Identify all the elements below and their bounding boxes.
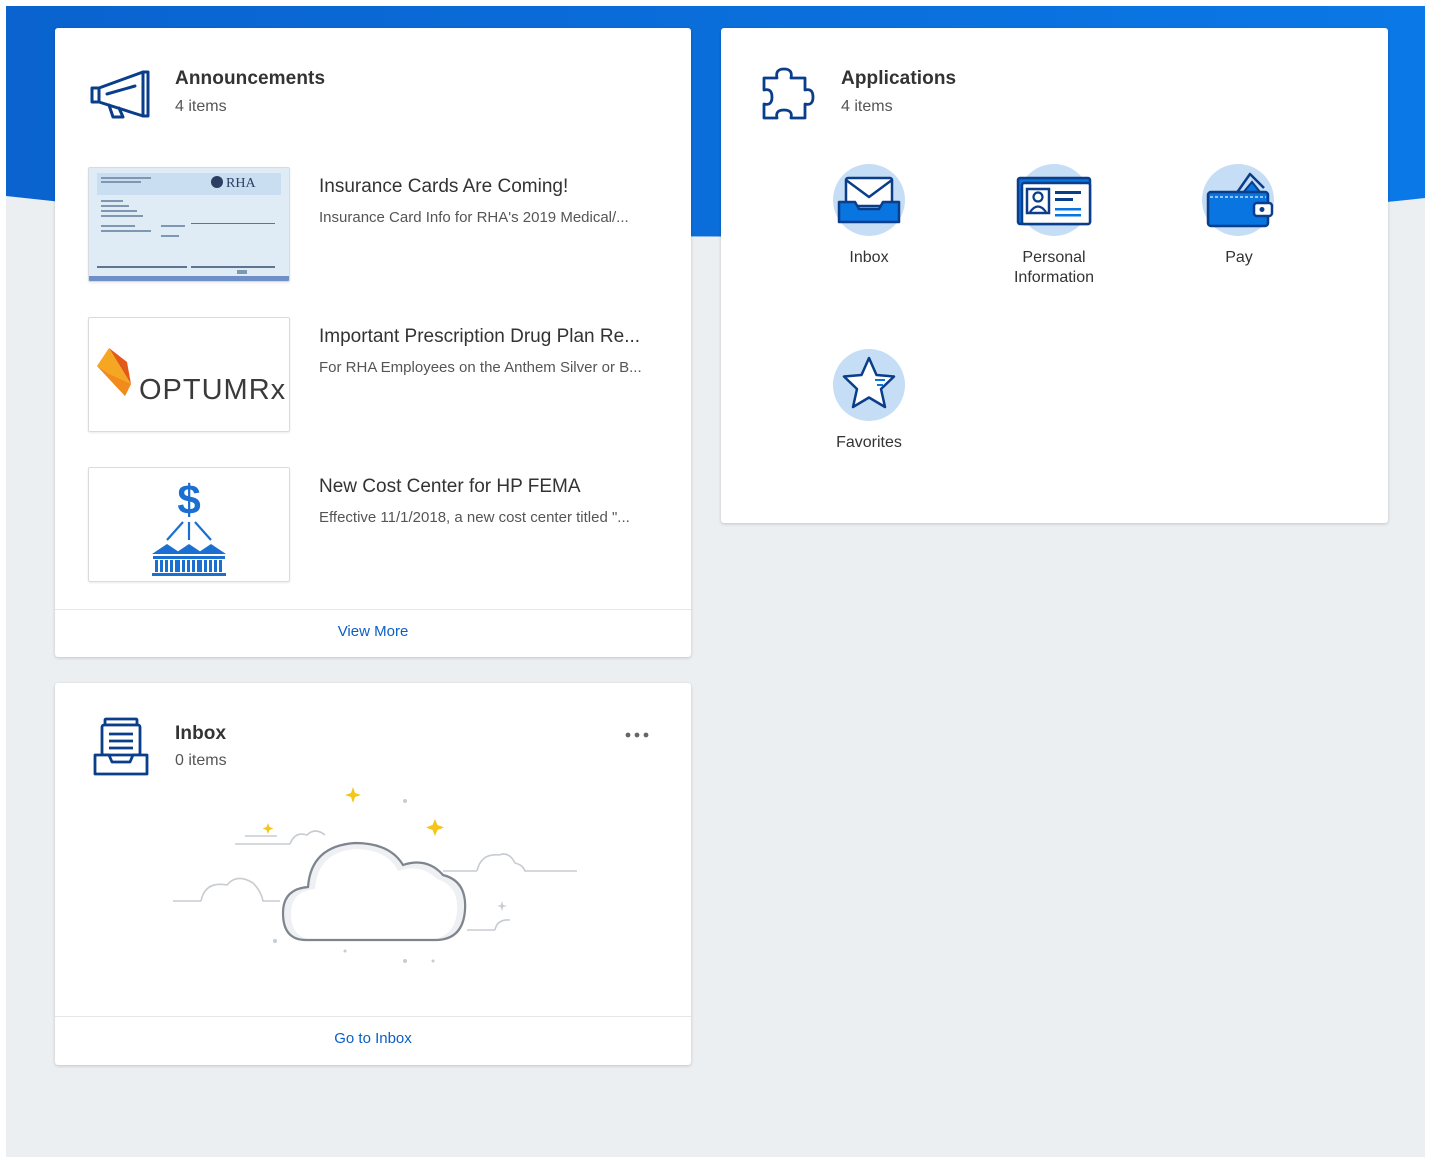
- announcement-description: For RHA Employees on the Anthem Silver o…: [319, 359, 642, 376]
- empty-cloud-illustration: [173, 787, 577, 963]
- inbox-app-icon: [833, 164, 905, 236]
- announcement-description: Insurance Card Info for RHA's 2019 Medic…: [319, 209, 629, 226]
- page-frame: Announcements 4 items RHA Insurance Card…: [6, 6, 1425, 1157]
- cost-center-thumbnail: $: [88, 467, 290, 582]
- view-more-link[interactable]: View More: [55, 609, 691, 657]
- inbox-tray-icon: [93, 717, 149, 776]
- announcements-card: Announcements 4 items RHA Insurance Card…: [55, 28, 691, 657]
- announcement-title[interactable]: Insurance Cards Are Coming!: [319, 176, 659, 198]
- wallet-icon: [1202, 164, 1274, 236]
- app-label: Pay: [1225, 249, 1253, 266]
- personal-information-icon: [1016, 164, 1092, 236]
- announcement-title[interactable]: Important Prescription Drug Plan Re...: [319, 326, 659, 348]
- announcements-title: Announcements: [175, 68, 326, 89]
- announcement-item[interactable]: RHA Insurance Cards Are Coming! Insuranc…: [88, 167, 658, 282]
- app-tile-pay[interactable]: Pay: [1154, 164, 1324, 268]
- app-tile-personal-information[interactable]: Personal Information: [969, 164, 1139, 288]
- announcement-description: Effective 11/1/2018, a new cost center t…: [319, 509, 630, 526]
- inbox-title: Inbox: [175, 723, 227, 744]
- announcements-count: 4 items: [175, 98, 227, 115]
- more-options-icon[interactable]: [623, 730, 651, 740]
- app-label: Personal Information: [1013, 249, 1095, 286]
- optumrx-logo-text: OPTUMRx: [139, 374, 286, 406]
- applications-title: Applications: [841, 68, 957, 89]
- megaphone-icon: [90, 70, 150, 119]
- announcement-item[interactable]: $ New Cost Center for HP FEMA Effective …: [88, 467, 658, 582]
- puzzle-piece-icon: [762, 67, 815, 120]
- announcement-item[interactable]: OPTUMRx Important Prescription Drug Plan…: [88, 317, 658, 432]
- go-to-inbox-link[interactable]: Go to Inbox: [55, 1016, 691, 1064]
- optumrx-logo-thumbnail: OPTUMRx: [88, 317, 290, 432]
- rha-logo-text: RHA: [226, 176, 256, 191]
- announcement-title[interactable]: New Cost Center for HP FEMA: [319, 476, 659, 498]
- dollar-sign-icon: $: [177, 476, 200, 523]
- star-icon: [833, 349, 905, 421]
- applications-card: Applications 4 items Inbox Personal Info…: [721, 28, 1388, 523]
- app-label: Inbox: [849, 249, 889, 266]
- inbox-card: Inbox 0 items Go to Inbox: [55, 683, 691, 1065]
- applications-count: 4 items: [841, 98, 893, 115]
- app-tile-favorites[interactable]: Favorites: [784, 349, 954, 453]
- inbox-count: 0 items: [175, 752, 227, 769]
- app-tile-inbox[interactable]: Inbox: [784, 164, 954, 268]
- insurance-card-thumbnail: RHA: [88, 167, 290, 282]
- app-label: Favorites: [836, 434, 902, 451]
